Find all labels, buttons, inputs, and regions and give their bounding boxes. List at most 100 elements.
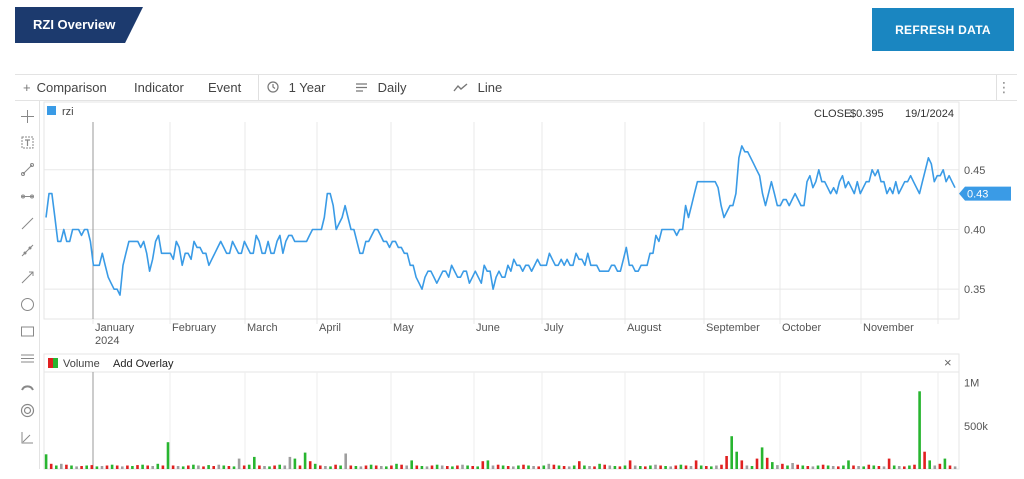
last-value-badge-text: 0.43: [967, 189, 988, 201]
volume-bar: [694, 460, 698, 469]
volume-bar: [44, 454, 48, 469]
volume-bar: [730, 436, 733, 469]
volume-bar: [847, 460, 850, 469]
chart-canvas[interactable]: rzi CLOSE $0.395 19/1/2024 0.450.400.35 …: [0, 0, 1024, 479]
volume-bar: [181, 466, 185, 469]
page: RZI Overview REFRESH DATA + Comparison In…: [0, 0, 1024, 479]
volume-bar: [831, 466, 835, 469]
volume-bar: [187, 465, 190, 469]
volume-bar: [664, 466, 667, 469]
volume-bar: [258, 465, 261, 469]
volume-bar: [583, 465, 586, 469]
volume-bar: [588, 466, 591, 469]
volume-bar: [517, 465, 520, 469]
volume-bar: [486, 460, 490, 469]
volume-bar: [913, 464, 916, 469]
volume-bar: [740, 460, 744, 469]
volume-bar: [628, 460, 632, 469]
volume-panel: Volume Add Overlay × 1M 500k: [43, 353, 988, 470]
volume-bar: [293, 458, 297, 469]
volume-bar: [903, 466, 906, 469]
volume-bar: [857, 466, 860, 469]
last-value-badge: 0.43: [959, 186, 1011, 201]
volume-bar: [578, 461, 581, 469]
volume-bar: [461, 464, 464, 469]
volume-bar: [633, 465, 637, 469]
volume-bar: [471, 466, 474, 469]
x-tick-label: July: [544, 322, 564, 334]
volume-bar: [547, 463, 551, 469]
volume-legend-icon: [48, 358, 58, 368]
volume-bar: [837, 466, 840, 469]
volume-bar: [237, 458, 241, 469]
volume-bar: [380, 466, 383, 469]
volume-bar: [440, 465, 444, 469]
volume-bar: [136, 465, 139, 469]
volume-bar: [344, 453, 347, 469]
price-series-line: [45, 145, 956, 296]
volume-bar: [923, 451, 926, 469]
volume-bar: [801, 465, 805, 469]
volume-bar: [202, 466, 205, 469]
volume-bar: [390, 465, 393, 469]
y-tick-label: 0.40: [964, 224, 985, 236]
volume-bar: [639, 466, 642, 469]
volume-bar: [85, 465, 88, 469]
volume-bar: [765, 457, 769, 469]
volume-bar: [253, 456, 256, 469]
volume-bar: [105, 465, 109, 469]
add-overlay-button[interactable]: Add Overlay: [113, 358, 174, 370]
volume-bar: [65, 464, 68, 469]
volume-bar: [334, 464, 337, 469]
volume-bar: [126, 465, 129, 469]
volume-bar: [90, 465, 94, 469]
volume-bar: [842, 465, 845, 469]
volume-bar: [649, 465, 652, 469]
x-tick-label: November: [863, 322, 914, 334]
volume-bar: [796, 464, 799, 469]
y-tick-label: 0.35: [964, 284, 985, 296]
volume-bar: [70, 465, 73, 469]
volume-bar: [319, 465, 322, 469]
volume-bar: [953, 466, 957, 469]
volume-bar: [141, 464, 144, 469]
volume-bar: [735, 451, 738, 469]
volume-bar: [171, 465, 175, 469]
volume-bar: [496, 464, 500, 469]
volume-bar: [567, 466, 571, 469]
volume-bar: [928, 460, 931, 469]
volume-bar: [100, 466, 104, 469]
volume-bar: [435, 464, 439, 469]
volume-bar: [115, 465, 119, 469]
x-tick-label: June: [476, 322, 500, 334]
volume-bar: [918, 391, 921, 469]
y-tick-label: 0.45: [964, 165, 985, 177]
close-label: CLOSE: [814, 108, 851, 120]
volume-bar: [278, 464, 281, 469]
volume-bar: [613, 466, 617, 469]
volume-bar: [121, 466, 124, 469]
volume-bar: [684, 465, 688, 469]
volume-bar: [268, 466, 271, 469]
volume-bar: [151, 466, 154, 469]
volume-bar: [760, 447, 764, 469]
volume-bar: [593, 466, 596, 469]
volume-bar: [456, 465, 459, 469]
x-tick-label: February: [172, 322, 217, 334]
x-tick-label: October: [782, 322, 821, 334]
volume-bar: [618, 466, 622, 469]
volume-bar: [623, 465, 627, 469]
volume-bar: [212, 466, 215, 469]
volume-bar: [522, 464, 525, 469]
volume-bar: [948, 465, 952, 469]
legend-swatch-rzi: [47, 106, 56, 115]
volume-bar: [161, 465, 165, 469]
volume-bar: [192, 464, 195, 469]
volume-bar: [745, 465, 749, 469]
volume-bar: [95, 466, 99, 469]
volume-bar: [557, 465, 561, 469]
volume-bar: [720, 464, 723, 469]
close-volume-panel-icon[interactable]: ×: [944, 355, 952, 370]
volume-bar: [359, 466, 363, 469]
volume-bar: [227, 466, 231, 469]
